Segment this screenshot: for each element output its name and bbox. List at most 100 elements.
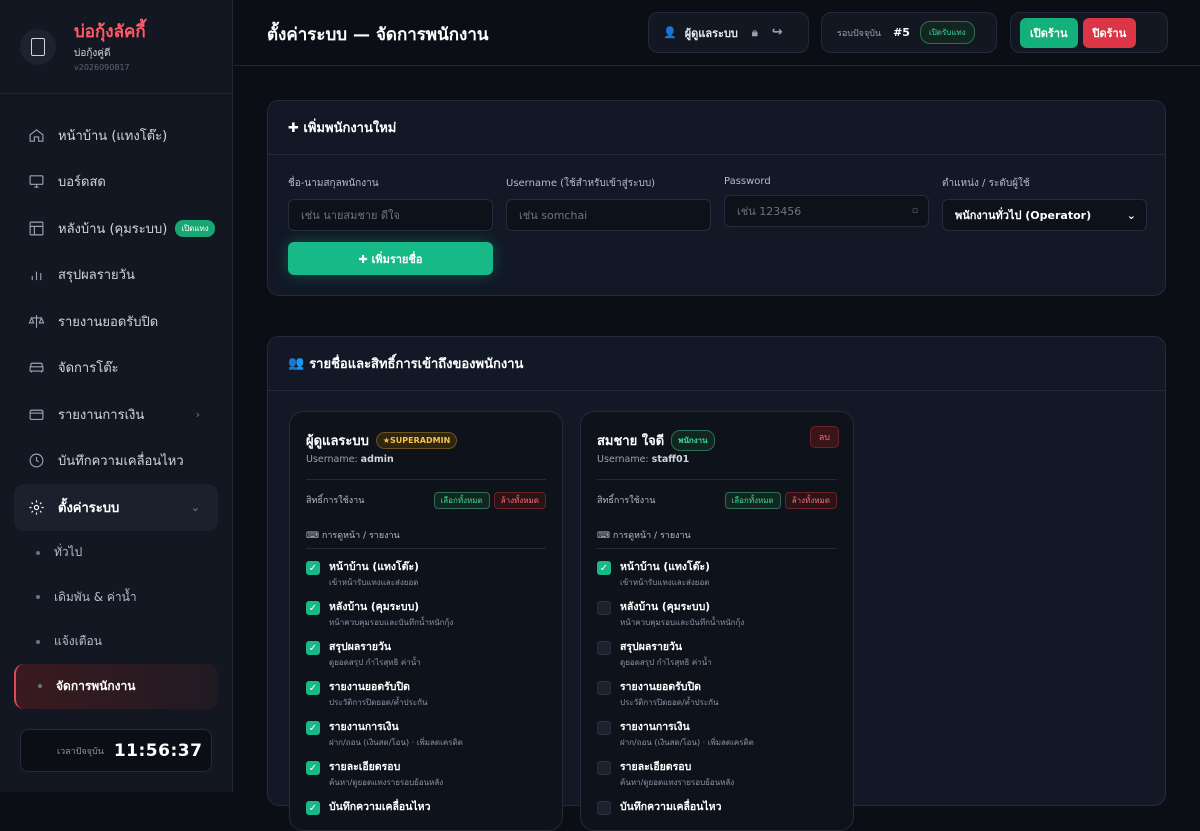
nav-item-settings[interactable]: ตั้งค่าระบบ ⌄: [14, 484, 218, 531]
permission-checkbox[interactable]: ✓: [306, 721, 320, 735]
permission-text: รายงานยอดรับปิด ประวัติการปิดยอด/ค้ำประกั…: [329, 678, 427, 709]
permission-checkbox[interactable]: [597, 801, 611, 815]
permission-checkbox[interactable]: ✓: [306, 641, 320, 655]
employee-card: สมชาย ใจดี พนักงาน Username: staff01 ลบ ส…: [580, 411, 854, 831]
nav-item-home[interactable]: หน้าบ้าน (แทงโต๊ะ): [0, 112, 232, 159]
open-shop-button[interactable]: เปิดร้าน: [1020, 17, 1078, 48]
permission-desc: ประวัติการปิดยอด/ค้ำประกัน: [329, 698, 428, 707]
permission-item[interactable]: ✓ สรุปผลรายวันดูยอดสรุป กำไรสุทธิ ค่าน้ำ: [306, 638, 546, 669]
eye-icon[interactable]: ▫: [912, 206, 918, 216]
permission-item[interactable]: ✓ รายงานการเงิน ฝาก/ถอน (เงินสด/โอน) · เพิ…: [306, 718, 546, 749]
password-input[interactable]: เช่น 123456 ▫: [724, 195, 929, 227]
permission-desc: หน้าควบคุมรอบและบันทึกน้ำหนักกุ้ง: [329, 618, 454, 627]
chevron-right-icon: ›: [195, 407, 200, 421]
permission-checkbox[interactable]: ✓: [306, 801, 320, 815]
password-placeholder: เช่น 123456: [737, 205, 802, 218]
password-field: Password เช่น 123456 ▫: [724, 176, 929, 227]
select-all-button[interactable]: เลือกทั้งหมด: [433, 491, 490, 509]
username-value: staff01: [651, 454, 690, 465]
permission-checkbox[interactable]: [597, 721, 611, 735]
permission-title: บันทึกความเคลื่อนไหว: [620, 801, 722, 813]
permission-checkbox[interactable]: ✓: [597, 561, 611, 575]
permission-group-label: การดูหน้า / รายงาน: [321, 531, 400, 541]
permission-text: บันทึกความเคลื่อนไหว: [620, 798, 722, 816]
nav-item-live-board[interactable]: บอร์ดสด: [0, 159, 232, 206]
select-all-button[interactable]: เลือกทั้งหมด: [724, 491, 781, 509]
subnav-label: ทั่วไป: [54, 545, 83, 560]
chevron-down-icon: ⌄: [1126, 208, 1136, 222]
brand: บ่อกุ้งลัคกี้ บ่อกุ้งคู่ดี v2026090817: [0, 0, 232, 94]
permission-checkbox[interactable]: [597, 641, 611, 655]
delete-button[interactable]: ลบ: [809, 426, 839, 448]
permission-title: สรุปผลรายวัน: [329, 641, 392, 653]
clock-icon: [29, 453, 44, 468]
clear-all-button[interactable]: ล้างทั้งหมด: [784, 491, 837, 509]
permission-desc: ดูยอดสรุป กำไรสุทธิ ค่าน้ำ: [620, 658, 712, 667]
subnav-notifications[interactable]: แจ้งเตือน: [0, 620, 232, 665]
permission-group-label: การดูหน้า / รายงาน: [612, 531, 691, 541]
permission-item[interactable]: หลังบ้าน (คุมระบบ) หน้าควบคุมรอบและบันทึก…: [597, 598, 837, 629]
lock-icon[interactable]: 🔒︎: [752, 26, 758, 40]
keyboard-icon: ⌨: [597, 531, 610, 541]
permission-item[interactable]: ✓ บันทึกความเคลื่อนไหว: [306, 798, 546, 816]
permission-item[interactable]: รายงานการเงิน ฝาก/ถอน (เงินสด/โอน) · เพิ่…: [597, 718, 837, 749]
nav-item-settlement-report[interactable]: รายงานยอดรับปิด: [0, 298, 232, 345]
name-input[interactable]: เช่น นายสมชาย ดีใจ: [288, 199, 493, 231]
round-label: รอบปัจจุบัน: [837, 28, 882, 39]
role-value: พนักงานทั่วไป (Operator): [955, 209, 1092, 222]
subnav-betting-fees[interactable]: เดิมพัน & ค่าน้ำ: [0, 575, 232, 620]
permission-checkbox[interactable]: [597, 601, 611, 615]
role-badge: พนักงาน: [671, 430, 715, 451]
shop-control: เปิดร้าน ปิดร้าน: [1010, 12, 1168, 53]
add-staff-button[interactable]: ✚ เพิ่มรายชื่อ: [288, 242, 493, 275]
employee-name: ผู้ดูแลระบบ: [306, 434, 369, 449]
permission-item[interactable]: สรุปผลรายวัน ดูยอดสรุป กำไรสุทธิ ค่าน้ำ: [597, 638, 837, 669]
logout-icon[interactable]: ↪: [772, 25, 783, 40]
permission-checkbox[interactable]: [597, 761, 611, 775]
role-select[interactable]: พนักงานทั่วไป (Operator) ⌄: [942, 199, 1147, 231]
permission-checkbox[interactable]: ✓: [306, 681, 320, 695]
permission-header: สิทธิ์การใช้งาน เลือกทั้งหมด ล้างทั้งหมด: [597, 479, 837, 509]
permission-title: หน้าบ้าน (แทงโต๊ะ): [620, 561, 710, 573]
permission-item[interactable]: ✓ หน้าบ้าน (แทงโต๊ะ) เข้าหน้ารับแทงและส่งย…: [306, 558, 546, 589]
permission-title: รายงานยอดรับปิด: [620, 681, 701, 693]
permission-checkbox[interactable]: ✓: [306, 761, 320, 775]
monitor-icon: [29, 175, 44, 188]
employee-card: ผู้ดูแลระบบ ★SUPERADMIN Username: admin ส…: [289, 411, 563, 831]
permission-item[interactable]: ✓ รายงานยอดรับปิด ประวัติการปิดยอด/ค้ำประก…: [306, 678, 546, 709]
permission-item[interactable]: ✓ รายละเอียดรอบ ค้นหา/ดูยอดแทงรายรอบย้อนหล…: [306, 758, 546, 789]
scale-icon: [28, 314, 45, 328]
nav-item-activity-log[interactable]: บันทึกความเคลื่อนไหว: [0, 438, 232, 485]
permission-title: รายงานการเงิน: [620, 721, 690, 733]
permission-list: ✓ หน้าบ้าน (แทงโต๊ะ) เข้าหน้ารับแทงและส่งย…: [306, 558, 546, 816]
nav-item-backoffice[interactable]: หลังบ้าน (คุมระบบ) เปิดแทง: [0, 205, 232, 252]
permission-item[interactable]: ✓ หลังบ้าน (คุมระบบ) หน้าควบคุมรอบและบันทึ…: [306, 598, 546, 629]
nav-label: หลังบ้าน (คุมระบบ): [58, 221, 168, 237]
subnav-general[interactable]: ทั่วไป: [0, 531, 232, 576]
permission-desc: ฝาก/ถอน (เงินสด/โอน) · เพิ่มลดเครดิต: [329, 738, 463, 747]
permission-title: หน้าบ้าน (แทงโต๊ะ): [329, 561, 419, 573]
username-input[interactable]: เช่น somchai: [506, 199, 711, 231]
close-shop-button[interactable]: ปิดร้าน: [1082, 17, 1137, 48]
nav-item-daily-summary[interactable]: สรุปผลรายวัน: [0, 252, 232, 299]
permission-checkbox[interactable]: ✓: [306, 601, 320, 615]
permission-item[interactable]: ✓ หน้าบ้าน (แทงโต๊ะ) เข้าหน้ารับแทงและส่งย…: [597, 558, 837, 589]
nav-label: รายงานการเงิน: [58, 407, 145, 423]
clear-all-button[interactable]: ล้างทั้งหมด: [493, 491, 546, 509]
clock-label: เวลาปัจจุบัน: [57, 746, 104, 757]
bar-chart-icon: [31, 271, 42, 281]
permission-item[interactable]: บันทึกความเคลื่อนไหว: [597, 798, 837, 816]
subnav-staff-management[interactable]: จัดการพนักงาน: [14, 664, 218, 709]
permission-checkbox[interactable]: ✓: [306, 561, 320, 575]
add-staff-title: ✚ เพิ่มพนักงานใหม่: [268, 101, 1165, 155]
permission-item[interactable]: รายละเอียดรอบ ค้นหา/ดูยอดแทงรายรอบย้อนหลั…: [597, 758, 837, 789]
permission-text: หลังบ้าน (คุมระบบ) หน้าควบคุมรอบและบันทึก…: [620, 598, 744, 629]
permission-item[interactable]: รายงานยอดรับปิด ประวัติการปิดยอด/ค้ำประกั…: [597, 678, 837, 709]
permission-checkbox[interactable]: [597, 681, 611, 695]
password-label: Password: [724, 176, 771, 187]
permission-title: บันทึกความเคลื่อนไหว: [329, 801, 431, 813]
nav-item-tables[interactable]: จัดการโต๊ะ: [0, 345, 232, 392]
permission-text: สรุปผลรายวันดูยอดสรุป กำไรสุทธิ ค่าน้ำ: [329, 638, 421, 669]
nav-item-finance-report[interactable]: รายงานการเงิน ›: [0, 391, 232, 438]
permission-desc: ดูยอดสรุป กำไรสุทธิ ค่าน้ำ: [329, 658, 421, 667]
